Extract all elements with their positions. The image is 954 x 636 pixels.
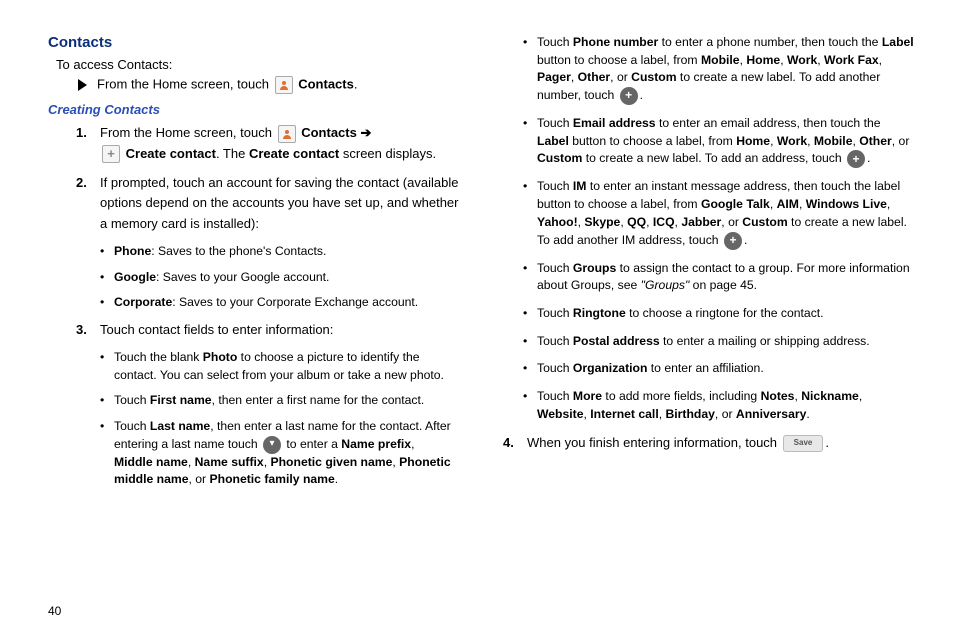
list-item: •Corporate: Saves to your Corporate Exch… (100, 294, 455, 312)
add-circle-icon: + (724, 232, 742, 250)
item-phone-number: • Touch Phone number to enter a phone nu… (523, 34, 914, 105)
list-item: •Google: Saves to your Google account. (100, 269, 455, 287)
step-4: 4. When you finish entering information,… (503, 433, 914, 454)
add-circle-icon: + (620, 87, 638, 105)
item-groups: • Touch Groups to assign the contact to … (523, 260, 914, 295)
item-ringtone: • Touch Ringtone to choose a ringtone fo… (523, 305, 914, 323)
step3-photo: • Touch the blank Photo to choose a pict… (100, 349, 455, 384)
plus-icon (102, 145, 120, 163)
step3-firstname: • Touch First name, then enter a first n… (100, 392, 455, 410)
page-number: 40 (48, 604, 61, 618)
item-more: • Touch More to add more fields, includi… (523, 388, 914, 423)
step3-lastname: • Touch Last name, then enter a last nam… (100, 418, 455, 489)
arrow-icon (78, 79, 87, 91)
chevron-down-icon: ▾ (263, 436, 281, 454)
from-home-text: From the Home screen, touch (97, 76, 269, 91)
access-instruction: From the Home screen, touch Contacts. (78, 76, 459, 94)
item-im: • Touch IM to enter an instant message a… (523, 178, 914, 249)
contacts-icon (278, 125, 296, 143)
heading-creating-contacts: Creating Contacts (48, 102, 459, 117)
intro-text: To access Contacts: (56, 57, 459, 72)
heading-contacts: Contacts (48, 34, 459, 51)
add-circle-icon: + (847, 150, 865, 168)
contacts-label: Contacts (298, 76, 354, 91)
step-1: 1. From the Home screen, touch Contacts … (76, 123, 459, 165)
item-email: • Touch Email address to enter an email … (523, 115, 914, 168)
item-organization: • Touch Organization to enter an affilia… (523, 360, 914, 378)
step-3: 3. Touch contact fields to enter informa… (76, 320, 459, 341)
list-item: •Phone: Saves to the phone's Contacts. (100, 243, 455, 261)
item-postal: • Touch Postal address to enter a mailin… (523, 333, 914, 351)
step-2: 2. If prompted, touch an account for sav… (76, 173, 459, 235)
save-button[interactable]: Save (783, 435, 824, 452)
contacts-icon (275, 76, 293, 94)
